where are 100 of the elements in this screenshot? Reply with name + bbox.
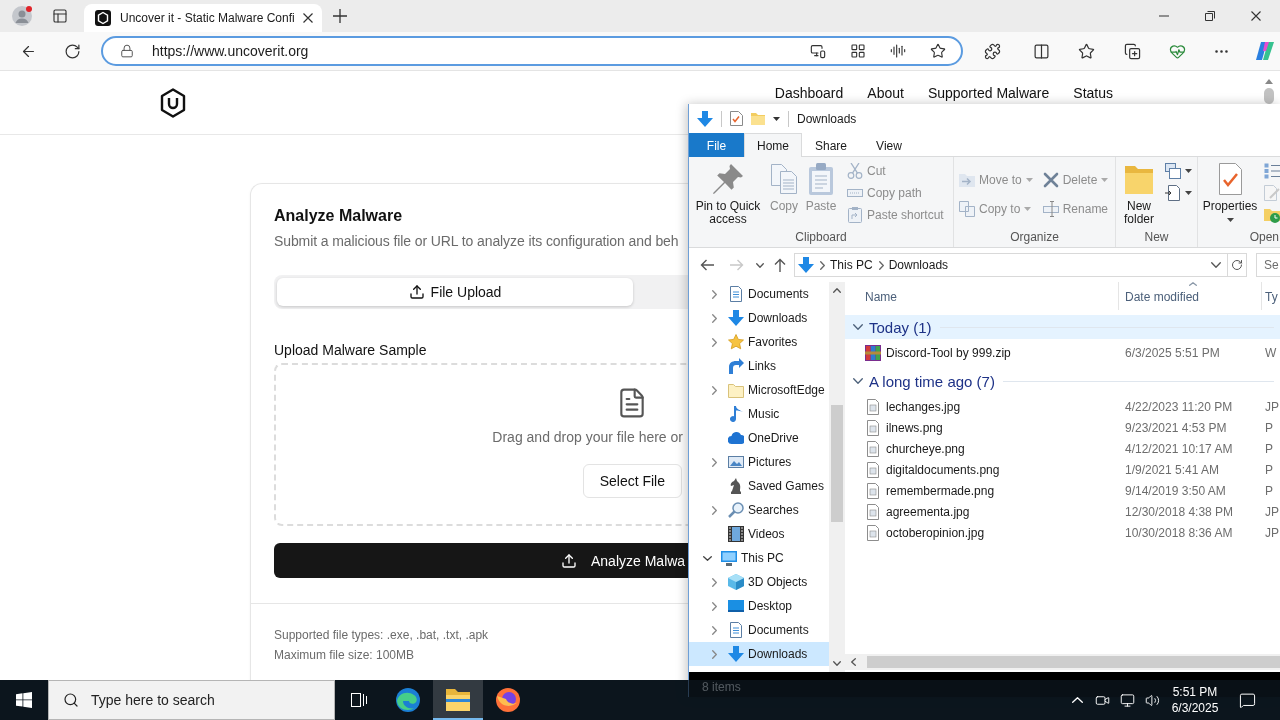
chevron-left-icon[interactable] — [850, 658, 856, 666]
tree-item[interactable]: MicrosoftEdge — [689, 378, 829, 402]
chevron-down-icon[interactable] — [853, 378, 863, 384]
breadcrumb[interactable]: Downloads — [888, 258, 949, 272]
tab[interactable]: File Upload — [277, 278, 633, 306]
properties-button[interactable]: Properties — [1198, 157, 1262, 230]
tree-item[interactable]: Favorites — [689, 330, 829, 354]
tree-item[interactable]: Documents — [689, 618, 829, 642]
breadcrumb[interactable]: This PC — [830, 258, 873, 272]
hexagon-logo[interactable] — [160, 87, 186, 118]
address-bar[interactable]: https://www.uncoverit.org — [101, 36, 963, 66]
file-menu-button[interactable]: File — [689, 133, 744, 157]
column-header[interactable]: Name — [845, 282, 1119, 310]
volume-icon[interactable] — [1145, 692, 1160, 708]
task-view-icon[interactable] — [351, 693, 367, 707]
new-item-button[interactable] — [1165, 160, 1192, 182]
grid-icon[interactable] — [850, 43, 866, 59]
browser-tab[interactable]: Uncover it - Static Malware Confi — [84, 4, 322, 32]
up-arrow-icon[interactable] — [774, 258, 786, 272]
search-field[interactable]: Type here to search — [48, 680, 335, 720]
plus-icon[interactable] — [333, 9, 347, 23]
chevron-right-icon[interactable] — [711, 625, 717, 635]
clock-date[interactable]: 6/3/2025 — [1171, 700, 1219, 716]
chevron-right-icon[interactable] — [711, 577, 717, 587]
tab-actions-icon[interactable] — [52, 8, 68, 24]
download-arrow-icon[interactable] — [697, 110, 713, 127]
file-item[interactable]: ilnews.png — [865, 419, 943, 436]
puzzle-icon[interactable] — [984, 42, 1001, 60]
nav-link[interactable]: Dashboard — [774, 85, 844, 101]
chevron-right-icon[interactable] — [711, 505, 717, 515]
tree-item[interactable]: 3D Objects — [689, 570, 829, 594]
star-icon[interactable] — [1078, 42, 1095, 60]
device-icon[interactable] — [810, 43, 826, 59]
analyze-button[interactable]: Analyze Malwa — [274, 543, 690, 578]
pin-to-quick-access-button[interactable]: Pin to Quick access — [689, 157, 767, 230]
colorful-logo-icon[interactable] — [1256, 42, 1274, 60]
star-icon[interactable] — [930, 43, 946, 59]
select-file-button[interactable]: Select File — [582, 464, 682, 498]
scrollbar-thumb[interactable] — [831, 405, 843, 522]
tree-item[interactable]: Saved Games — [689, 474, 829, 498]
tree-item[interactable]: This PC — [689, 546, 829, 570]
horizontal-scrollbar[interactable] — [845, 654, 1280, 670]
taskbar-app-button[interactable] — [433, 680, 483, 720]
restore-icon[interactable] — [1205, 11, 1215, 21]
tree-item[interactable]: Music — [689, 402, 829, 426]
chevron-down-icon[interactable] — [853, 324, 863, 330]
tree-item[interactable]: Desktop — [689, 594, 829, 618]
clock-time[interactable]: 5:51 PM — [1172, 684, 1218, 700]
vertical-scrollbar[interactable] — [829, 282, 845, 672]
collections-icon[interactable] — [1124, 42, 1141, 60]
heart-pulse-icon[interactable] — [1169, 42, 1186, 60]
tree-item[interactable]: Videos — [689, 522, 829, 546]
page-scrollbar[interactable] — [1262, 77, 1276, 104]
close-icon[interactable] — [1251, 11, 1261, 21]
checklist-icon[interactable] — [730, 111, 743, 126]
chevron-down-icon[interactable] — [702, 555, 712, 561]
tree-item[interactable]: Pictures — [689, 450, 829, 474]
chevron-right-icon[interactable] — [878, 260, 884, 270]
refresh-icon[interactable] — [64, 42, 81, 60]
chevron-right-icon[interactable] — [711, 457, 717, 467]
back-icon[interactable] — [700, 259, 714, 271]
monitor-icon[interactable] — [1120, 692, 1135, 708]
file-item[interactable]: lechanges.jpg — [865, 398, 961, 415]
search-field[interactable]: Se — [1256, 253, 1280, 277]
file-item[interactable]: octoberopinion.jpg — [865, 524, 985, 541]
easy-access-button[interactable] — [1165, 182, 1192, 204]
new-folder-button[interactable]: New folder — [1116, 157, 1162, 230]
column-header[interactable]: Ty — [1262, 282, 1280, 310]
tree-item[interactable]: Downloads — [689, 642, 829, 666]
chevron-right-icon[interactable] — [711, 385, 717, 395]
chevron-down-icon[interactable] — [756, 262, 764, 268]
tree-item[interactable]: Downloads — [689, 306, 829, 330]
tree-item[interactable]: Documents — [689, 282, 829, 306]
tree-item[interactable]: Searches — [689, 498, 829, 522]
chevron-right-icon[interactable] — [711, 313, 717, 323]
file-item[interactable]: churcheye.png — [865, 440, 965, 457]
chevron-right-icon[interactable] — [711, 289, 717, 299]
tree-item[interactable]: OneDrive — [689, 426, 829, 450]
split-screen-icon[interactable] — [1033, 42, 1050, 60]
file-item[interactable]: digitaldocuments.png — [865, 461, 1000, 478]
address-bar[interactable]: This PC Downloads — [794, 253, 1228, 277]
nav-link[interactable]: Status — [1073, 85, 1113, 101]
chevron-right-icon[interactable] — [711, 337, 717, 347]
group-header[interactable]: Today (1) — [845, 315, 1280, 339]
ribbon-tab[interactable]: Share — [802, 133, 860, 157]
ribbon-tab[interactable]: View — [860, 133, 918, 157]
chevron-down-icon[interactable] — [1211, 262, 1221, 268]
nav-link[interactable]: About — [867, 85, 904, 101]
chevron-right-icon[interactable] — [711, 601, 717, 611]
chevron-up-icon[interactable] — [833, 288, 841, 293]
profile-avatar-icon[interactable] — [12, 6, 32, 26]
close-icon[interactable] — [303, 13, 313, 23]
chevron-right-icon[interactable] — [820, 260, 825, 270]
file-item[interactable]: Discord-Tool by 999.zip — [865, 344, 1011, 361]
chevron-down-icon[interactable] — [833, 661, 841, 666]
ribbon-tab[interactable]: Home — [744, 133, 802, 157]
chevron-right-icon[interactable] — [711, 649, 717, 659]
speech-bubble-icon[interactable] — [1238, 691, 1256, 709]
tree-item[interactable]: Links — [689, 354, 829, 378]
audio-lines-icon[interactable] — [890, 43, 906, 59]
